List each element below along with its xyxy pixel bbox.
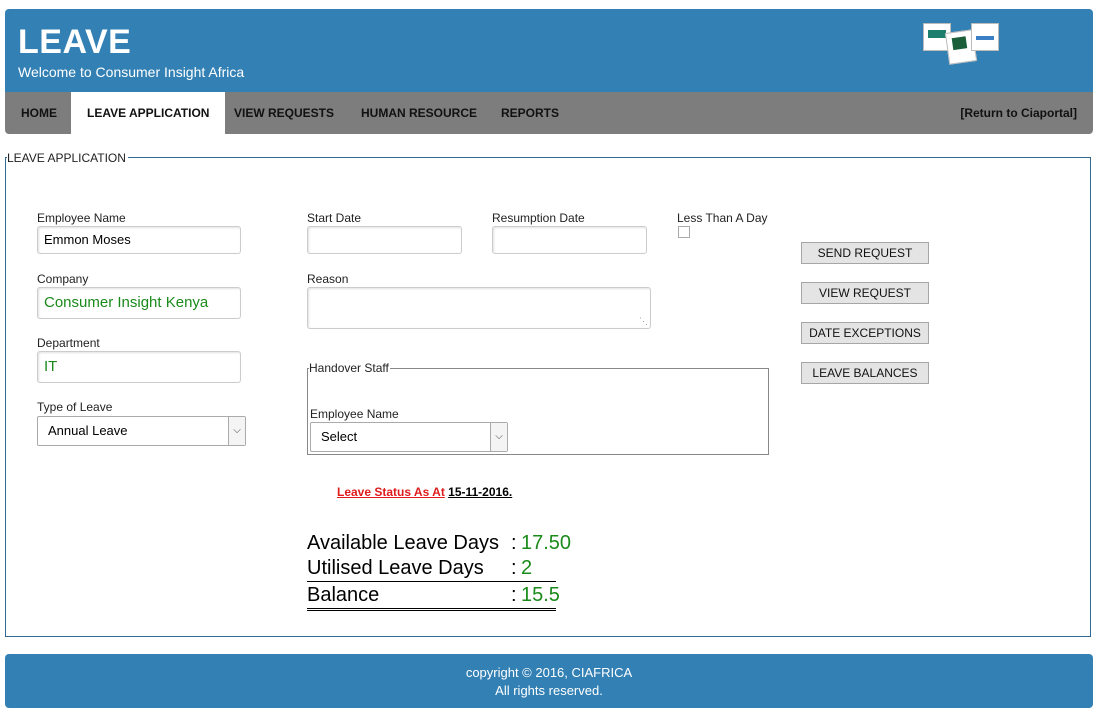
leave-balances-button[interactable]: LEAVE BALANCES	[801, 362, 929, 384]
company-label: Company	[37, 272, 89, 286]
leave-status-prefix: Leave Status As At	[337, 485, 445, 499]
reason-label: Reason	[307, 272, 349, 286]
balance-label: Balance	[307, 584, 380, 606]
type-of-leave-select[interactable]: Annual Leave ⌵	[37, 416, 246, 446]
handover-employee-select[interactable]: Select ⌵	[310, 422, 508, 452]
utilised-leave-separator: :	[511, 557, 517, 579]
return-to-ciaportal-link[interactable]: [Return to Ciaportal]	[960, 92, 1077, 134]
available-leave-value: 17.50	[521, 532, 572, 554]
employee-name-field[interactable]: Emmon Moses	[37, 226, 241, 254]
reason-textarea[interactable]: ⋱	[307, 287, 651, 329]
footer-copyright: copyright © 2016, CIAFRICA	[465, 665, 633, 680]
form-legend: LEAVE APPLICATION	[7, 151, 128, 165]
partner-logos	[923, 23, 1003, 65]
balance-value: 15.5	[521, 584, 560, 606]
chevron-down-icon[interactable]: ⌵	[228, 417, 245, 445]
balance-separator: :	[511, 584, 517, 606]
nav-home[interactable]: HOME	[5, 92, 73, 134]
company-field[interactable]: Consumer Insight Kenya	[37, 287, 241, 319]
handover-employee-select-value: Select	[321, 429, 358, 444]
balance-double-rule-top	[307, 608, 556, 609]
leave-status-date: 15-11-2016.	[448, 485, 513, 499]
footer-rights: All rights reserved.	[495, 683, 603, 698]
app-title: LEAVE	[18, 23, 132, 61]
balance-divider	[307, 581, 556, 582]
balance-double-rule-bottom	[307, 610, 556, 611]
nav-human-resource[interactable]: HUMAN RESOURCE	[345, 92, 493, 134]
partner-logo	[971, 23, 999, 51]
page-footer: copyright © 2016, CIAFRICA All rights re…	[5, 654, 1093, 708]
utilised-leave-value: 2	[521, 557, 533, 579]
nav-view-requests[interactable]: VIEW REQUESTS	[218, 92, 350, 134]
view-request-button[interactable]: VIEW REQUEST	[801, 282, 929, 304]
start-date-field[interactable]	[307, 226, 462, 254]
resumption-date-field[interactable]	[492, 226, 647, 254]
handover-staff-fieldset: Handover Staff Employee Name Select ⌵	[307, 361, 769, 455]
resize-grip-icon[interactable]: ⋱	[639, 316, 648, 327]
start-date-label: Start Date	[307, 211, 362, 225]
app-subtitle: Welcome to Consumer Insight Africa	[18, 64, 245, 80]
handover-employee-name-label: Employee Name	[310, 407, 399, 421]
leave-application-form: LEAVE APPLICATION Employee Name Emmon Mo…	[5, 151, 1091, 637]
handover-staff-legend: Handover Staff	[309, 361, 390, 375]
department-label: Department	[37, 336, 100, 350]
leave-status-line: Leave Status As At 15-11-2016.	[337, 485, 512, 499]
department-field[interactable]: IT	[37, 351, 241, 383]
main-nav: HOME LEAVE APPLICATION VIEW REQUESTS HUM…	[5, 92, 1093, 134]
less-than-a-day-checkbox[interactable]	[678, 226, 690, 238]
utilised-leave-label: Utilised Leave Days	[307, 557, 484, 579]
type-of-leave-value: Annual Leave	[48, 423, 128, 438]
chevron-down-icon[interactable]: ⌵	[490, 423, 507, 451]
date-exceptions-button[interactable]: DATE EXCEPTIONS	[801, 322, 929, 344]
employee-name-label: Employee Name	[37, 211, 126, 225]
type-of-leave-label: Type of Leave	[37, 400, 113, 414]
available-leave-label: Available Leave Days	[307, 532, 499, 554]
nav-reports[interactable]: REPORTS	[485, 92, 575, 134]
available-leave-separator: :	[511, 532, 517, 554]
resumption-date-label: Resumption Date	[492, 211, 585, 225]
send-request-button[interactable]: SEND REQUEST	[801, 242, 929, 264]
nav-leave-application[interactable]: LEAVE APPLICATION	[71, 92, 226, 134]
app-header: LEAVE Welcome to Consumer Insight Africa	[5, 9, 1093, 92]
less-than-a-day-label: Less Than A Day	[677, 211, 768, 225]
